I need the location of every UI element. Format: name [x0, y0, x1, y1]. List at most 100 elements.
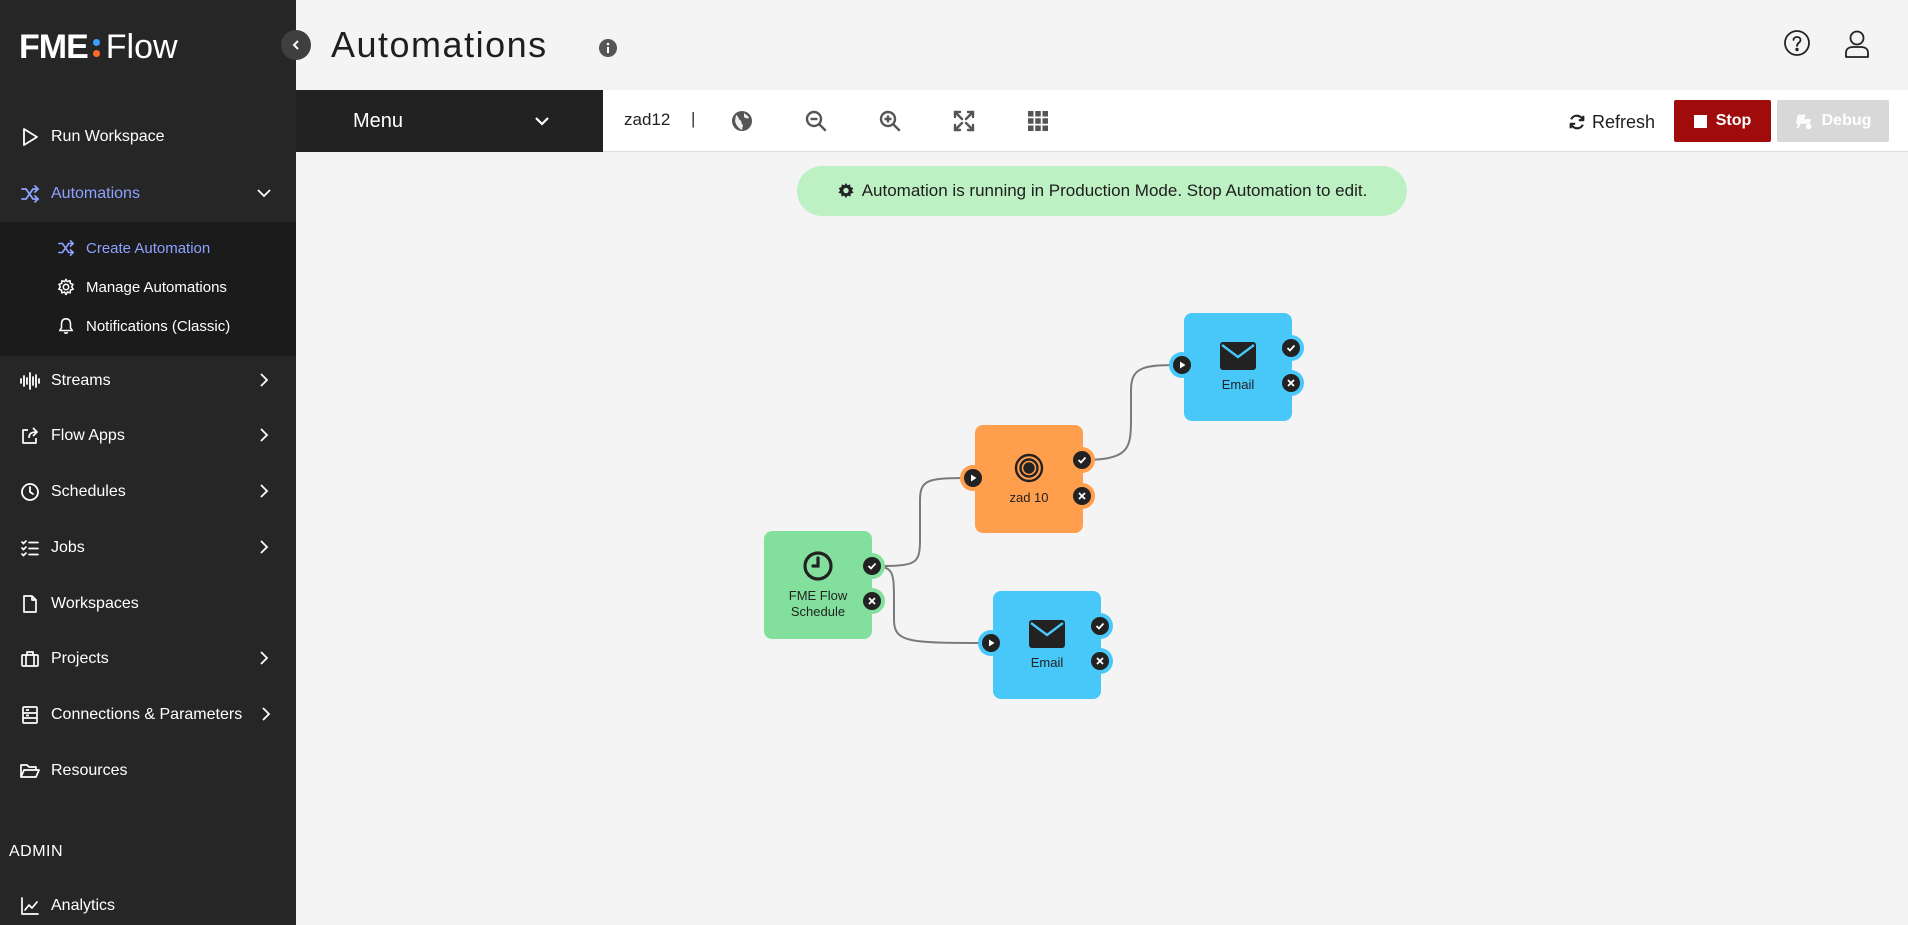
debug-button: Debug	[1777, 100, 1889, 142]
clock-icon	[19, 481, 41, 503]
check-icon	[1077, 456, 1087, 464]
submenu-item-label: Manage Automations	[86, 278, 227, 296]
failure-output-port[interactable]	[1278, 370, 1304, 396]
refresh-icon	[1569, 114, 1585, 130]
failure-output-port[interactable]	[1087, 648, 1113, 674]
fme-flow-logo[interactable]: FME Flow	[19, 28, 178, 67]
chevron-right-icon	[256, 483, 272, 504]
automation-toolbar: Menu zad12 | Refresh Stop Debug	[296, 90, 1908, 152]
submenu-item-create-automation[interactable]: Create Automation	[56, 233, 210, 263]
node-fme-flow-schedule[interactable]: FME Flow Schedule	[764, 531, 885, 639]
line-chart-icon	[19, 895, 41, 917]
submenu-item-label: Create Automation	[86, 239, 211, 257]
gear-icon	[838, 182, 854, 199]
sidebar-item-label: Flow Apps	[51, 427, 125, 444]
chevron-right-icon	[256, 650, 272, 671]
input-port[interactable]	[978, 630, 1004, 656]
node-label: FME Flow Schedule	[789, 588, 848, 620]
input-port[interactable]	[960, 465, 986, 491]
automation-name: zad12	[624, 110, 671, 129]
sidebar-item-run-workspace[interactable]: Run Workspace	[0, 113, 296, 161]
briefcase-icon	[19, 648, 41, 670]
sidebar: FME Flow Run Workspace Automations Creat…	[0, 0, 296, 925]
node-email-top[interactable]: Email	[1169, 313, 1304, 421]
list-check-icon	[19, 537, 41, 559]
failure-output-port[interactable]	[859, 588, 885, 614]
success-output-port[interactable]	[1278, 335, 1304, 361]
check-icon	[1286, 344, 1296, 352]
play-icon	[989, 639, 995, 647]
success-output-port[interactable]	[859, 553, 885, 579]
logo-sub-text: Flow	[105, 28, 178, 66]
submenu-item-manage-automations[interactable]: Manage Automations	[56, 272, 227, 302]
play-icon	[1180, 361, 1186, 369]
zoom-out-icon[interactable]	[801, 106, 831, 136]
stop-label: Stop	[1715, 112, 1752, 129]
play-icon	[971, 474, 977, 482]
submenu-item-notifications[interactable]: Notifications (Classic)	[56, 311, 230, 341]
chevron-down-icon	[256, 185, 272, 206]
admin-section-heading: ADMIN	[9, 843, 64, 860]
chevron-right-icon	[256, 372, 272, 393]
node-label-line2: Schedule	[790, 604, 846, 619]
play-outline-icon	[19, 126, 41, 148]
sidebar-item-label: Jobs	[51, 539, 85, 556]
sidebar-item-label: Connections & Parameters	[51, 706, 243, 723]
automations-submenu: Create Automation Manage Automations Not…	[0, 222, 296, 356]
node-label: Email	[1030, 655, 1064, 670]
success-output-port[interactable]	[1087, 613, 1113, 639]
success-output-port[interactable]	[1069, 447, 1095, 473]
sidebar-item-schedules[interactable]: Schedules	[0, 468, 296, 516]
sidebar-item-workspaces[interactable]: Workspaces	[0, 580, 296, 628]
banner-text: Automation is running in Production Mode…	[861, 181, 1368, 200]
sidebar-item-analytics[interactable]: Analytics	[0, 882, 296, 925]
x-icon	[1078, 492, 1086, 500]
folder-open-icon	[19, 760, 41, 782]
connection-workspace-to-email-top	[1080, 364, 1183, 461]
failure-output-port[interactable]	[1069, 483, 1095, 509]
debug-icon	[1795, 114, 1811, 130]
node-workspace-zad-10[interactable]: zad 10	[960, 425, 1095, 533]
user-account-icon[interactable]	[1843, 29, 1871, 64]
sidebar-item-connections-parameters[interactable]: Connections & Parameters	[0, 691, 296, 739]
refresh-label: Refresh	[1592, 111, 1656, 132]
chevron-right-icon	[258, 706, 274, 727]
sidebar-item-flow-apps[interactable]: Flow Apps	[0, 412, 296, 460]
input-port[interactable]	[1169, 352, 1195, 378]
sidebar-item-projects[interactable]: Projects	[0, 635, 296, 683]
sidebar-item-label: Streams	[51, 372, 111, 389]
node-label: zad 10	[1009, 490, 1049, 505]
refresh-button[interactable]: Refresh	[1568, 107, 1655, 137]
sidebar-item-label: Analytics	[51, 897, 116, 914]
envelope-icon	[1028, 619, 1066, 649]
logo-main-text: FME	[19, 28, 89, 66]
stop-button[interactable]: Stop	[1674, 100, 1771, 142]
sidebar-collapse-button[interactable]	[281, 30, 311, 60]
chevron-right-icon	[256, 427, 272, 448]
clock-icon	[802, 550, 834, 582]
logo-dots	[92, 38, 100, 57]
sidebar-item-label: Resources	[51, 762, 128, 779]
toolbar-separator: |	[691, 109, 696, 128]
sidebar-item-label: Schedules	[51, 483, 126, 500]
check-icon	[1095, 622, 1105, 630]
submenu-item-label: Notifications (Classic)	[86, 317, 231, 335]
zoom-in-icon[interactable]	[875, 106, 905, 136]
chevron-left-icon	[292, 40, 299, 50]
globe-icon[interactable]	[727, 106, 757, 136]
target-icon	[1013, 452, 1045, 484]
fit-screen-icon[interactable]	[949, 106, 979, 136]
help-icon[interactable]	[1783, 29, 1811, 62]
info-icon[interactable]	[598, 38, 618, 63]
sidebar-item-resources[interactable]: Resources	[0, 747, 296, 795]
sidebar-item-streams[interactable]: Streams	[0, 357, 296, 405]
debug-label: Debug	[1821, 112, 1872, 129]
shuffle-icon	[56, 238, 76, 258]
grid-icon[interactable]	[1023, 106, 1053, 136]
node-email-bottom[interactable]: Email	[978, 591, 1113, 699]
envelope-icon	[1219, 341, 1257, 371]
sidebar-item-automations[interactable]: Automations	[0, 170, 296, 218]
connection-schedule-to-email-bottom	[869, 565, 992, 644]
sidebar-item-jobs[interactable]: Jobs	[0, 524, 296, 572]
menu-dropdown[interactable]: Menu	[296, 90, 603, 152]
